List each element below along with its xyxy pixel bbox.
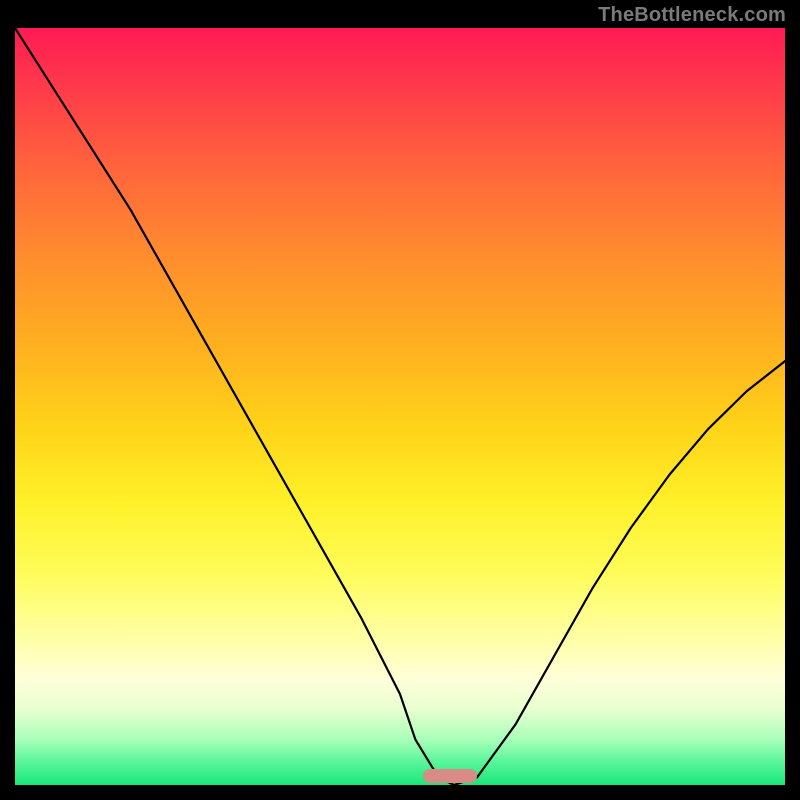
bottleneck-curve bbox=[15, 28, 785, 785]
plot-area bbox=[15, 28, 785, 785]
optimal-range-marker bbox=[423, 769, 477, 783]
watermark-text: TheBottleneck.com bbox=[598, 4, 786, 27]
curve-layer bbox=[15, 28, 785, 785]
chart-frame: TheBottleneck.com bbox=[0, 0, 800, 800]
